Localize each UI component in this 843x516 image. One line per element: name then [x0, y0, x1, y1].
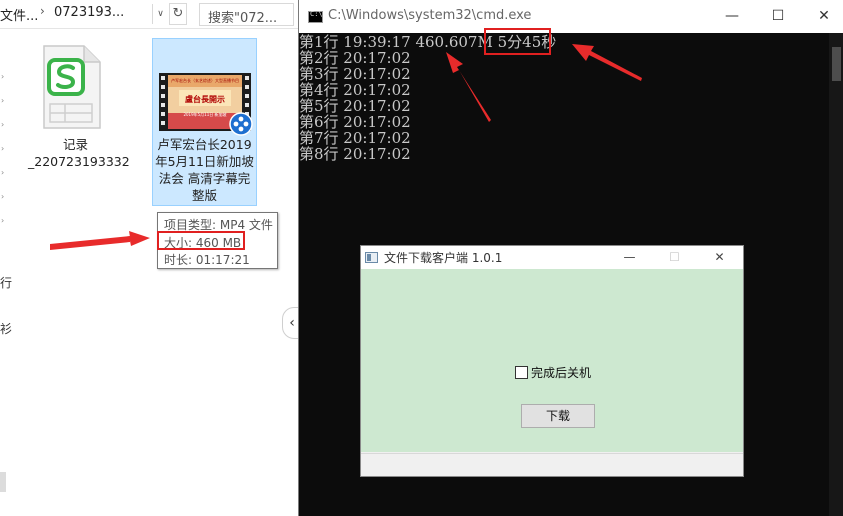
file-name-line: 记录 — [62, 137, 88, 152]
minimize-icon[interactable]: — — [607, 246, 652, 269]
download-button[interactable]: 下载 — [521, 404, 595, 428]
thumbnail-date: 2019年5月11日 新加坡 — [183, 112, 227, 117]
console-line: 第8行 20:17:02 — [299, 145, 411, 163]
nav-scrollbar-thumb[interactable] — [0, 472, 6, 492]
cmd-scrollbar[interactable] — [829, 33, 843, 516]
spreadsheet-file-icon — [43, 45, 101, 129]
video-player-icon — [229, 112, 253, 136]
close-icon[interactable]: ✕ — [697, 246, 742, 269]
dialog-client-area: 完成后关机 下载 — [361, 269, 743, 452]
file-explorer-window: 文件... › 0723193... ∨ ↻ 搜索"072... › › › ›… — [0, 0, 302, 516]
cmd-window-title: C:\Windows\system32\cmd.exe — [328, 8, 532, 23]
chevron-right-icon[interactable]: › — [1, 144, 4, 153]
highlight-box-elapsed — [484, 28, 551, 55]
tooltip-duration: 时长: 01:17:21 — [164, 253, 250, 267]
file-name: 记录 _220723193332 — [28, 136, 130, 170]
refresh-icon[interactable]: ↻ — [169, 3, 187, 25]
maximize-icon-disabled: ☐ — [669, 250, 680, 264]
console-line: 第7行 20:17:02 — [299, 129, 411, 147]
minimize-icon[interactable]: — — [709, 0, 755, 33]
dialog-status-bar — [361, 453, 743, 476]
maximize-icon[interactable]: ☐ — [755, 0, 801, 33]
dialog-title-bar[interactable]: 文件下载客户端 1.0.1 — ☐ ✕ — [361, 246, 743, 269]
breadcrumb-item[interactable]: 0723193... — [54, 5, 124, 20]
console-line: 第4行 20:17:02 — [299, 81, 411, 99]
file-item-spreadsheet[interactable]: 记录 _220723193332 — [28, 40, 130, 180]
console-line: 第2行 20:17:02 — [299, 49, 411, 67]
console-app-icon — [308, 10, 323, 23]
cmd-scrollbar-thumb[interactable] — [832, 47, 841, 81]
checkbox-box[interactable] — [515, 366, 528, 379]
search-box[interactable]: 搜索"072... — [199, 3, 294, 26]
chevron-right-icon[interactable]: › — [1, 72, 4, 81]
file-name-line: _220723193332 — [28, 154, 130, 169]
chevron-right-icon[interactable]: › — [1, 216, 4, 225]
console-line: 第6行 20:17:02 — [299, 113, 411, 131]
app-window-icon — [365, 252, 378, 263]
search-placeholder: 搜索"072... — [208, 11, 278, 26]
thumbnail-heading: 盧台長開示 — [185, 95, 225, 104]
highlight-box-size — [157, 231, 245, 250]
screenshot-root: 文件... › 0723193... ∨ ↻ 搜索"072... › › › ›… — [0, 0, 843, 516]
shutdown-checkbox-label[interactable]: 完成后关机 — [531, 364, 591, 381]
chevron-right-icon[interactable]: › — [1, 96, 4, 105]
thumbnail-caption: 卢军宏台长（玄艺综述）大型直播节目 — [171, 78, 239, 83]
console-line: 第3行 20:17:02 — [299, 65, 411, 83]
chevron-right-icon: › — [40, 4, 45, 18]
navigation-pane: › › › › › › › 行 衫 — [0, 30, 12, 516]
chevron-right-icon[interactable]: › — [1, 192, 4, 201]
file-name: 卢军宏台长2019年5月11日新加坡法会 高清字幕完整版 — [155, 137, 254, 203]
nav-item-fragment[interactable]: 行 — [0, 274, 12, 291]
cmd-title-bar[interactable]: C:\Windows\system32\cmd.exe — ☐ ✕ — [299, 0, 843, 33]
chevron-down-icon[interactable]: ∨ — [152, 4, 168, 24]
close-icon[interactable]: ✕ — [801, 0, 843, 33]
address-bar[interactable]: 文件... › 0723193... ∨ ↻ 搜索"072... — [0, 0, 298, 29]
file-item-video-selected[interactable]: 卢军宏台长（玄艺综述）大型直播节目 盧台長開示 2019年5月11日 新加坡 卢… — [152, 38, 257, 206]
nav-item-fragment[interactable]: 衫 — [0, 320, 12, 337]
chevron-right-icon[interactable]: › — [1, 120, 4, 129]
download-client-window: 文件下载客户端 1.0.1 — ☐ ✕ 完成后关机 下载 — [360, 245, 744, 477]
console-line: 第5行 20:17:02 — [299, 97, 411, 115]
breadcrumb-item[interactable]: 文件... — [0, 5, 38, 24]
dialog-title: 文件下载客户端 1.0.1 — [384, 251, 503, 265]
chevron-right-icon[interactable]: › — [1, 168, 4, 177]
